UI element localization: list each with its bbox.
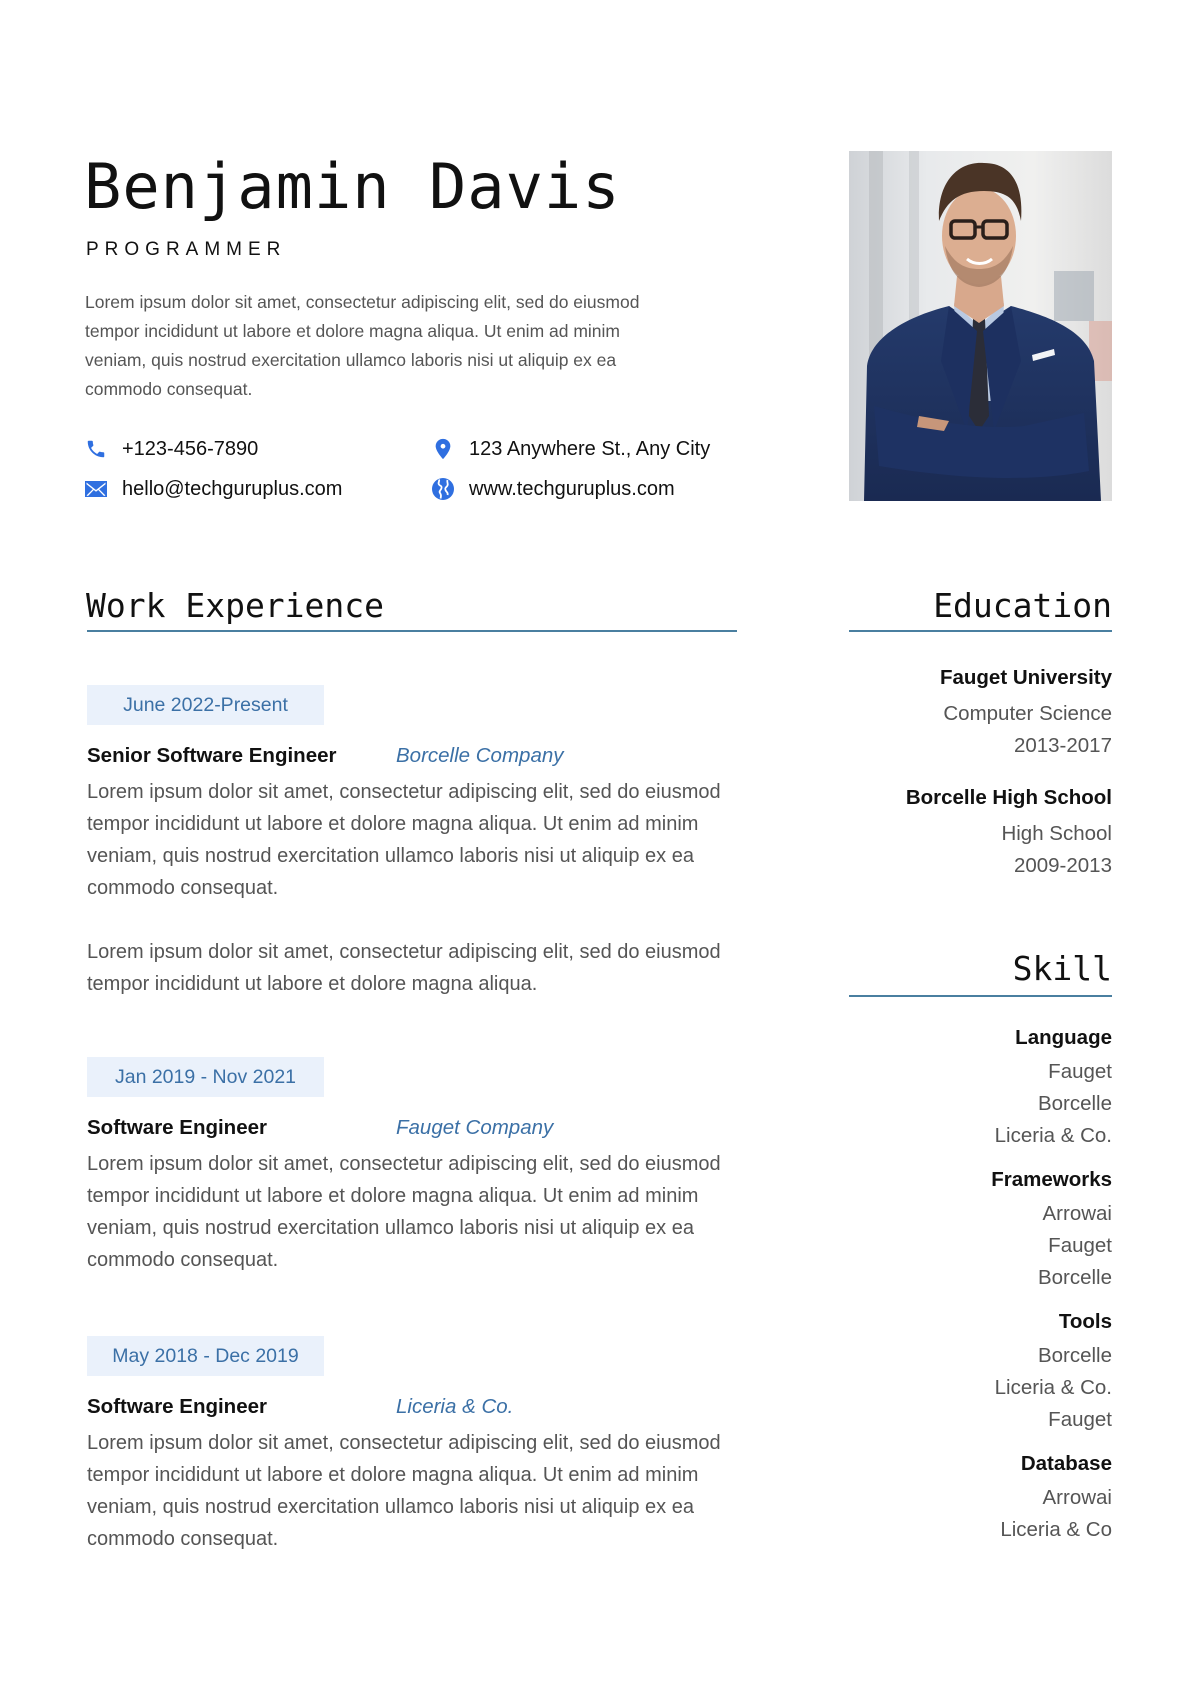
globe-icon <box>431 477 455 501</box>
phone-icon <box>84 437 108 461</box>
skill-group: Frameworks Arrowai Fauget Borcelle <box>849 1168 1112 1298</box>
skills-divider <box>849 995 1112 997</box>
candidate-name: Benjamin Davis <box>84 150 621 223</box>
summary-line: Lorem ipsum dolor sit amet, consectetur … <box>85 292 640 312</box>
mail-icon <box>84 477 108 501</box>
skill-item: Liceria & Co. <box>994 1124 1112 1147</box>
work-experience-heading: Work Experience <box>86 586 385 625</box>
field-of-study: Computer Science <box>943 702 1112 725</box>
job-company: Fauget Company <box>396 1116 554 1139</box>
job-dates: Jan 2019 - Nov 2021 <box>87 1057 324 1097</box>
contact-website[interactable]: www.techguruplus.com <box>431 477 675 501</box>
job-description: Lorem ipsum dolor sit amet, consectetur … <box>87 941 721 995</box>
skill-item: Fauget <box>1048 1408 1112 1431</box>
study-years: 2009-2013 <box>1013 854 1112 877</box>
education-entry: Fauget University Computer Science 2013-… <box>849 666 1112 766</box>
job-title: Software Engineer <box>87 1116 267 1139</box>
address: 123 Anywhere St., Any City <box>469 437 711 460</box>
job-description: Lorem ipsum dolor sit amet, consectetur … <box>87 781 721 899</box>
skill-group-name: Frameworks <box>991 1168 1112 1191</box>
job-dates: May 2018 - Dec 2019 <box>87 1336 324 1376</box>
work-experience-divider <box>87 630 737 632</box>
contact-address: 123 Anywhere St., Any City <box>431 437 710 461</box>
phone-number: +123-456-7890 <box>122 437 259 460</box>
skill-group: Database Arrowai Liceria & Co <box>849 1452 1112 1550</box>
summary-line: veniam, quis nostrud exercitation ullamc… <box>85 350 617 370</box>
website: www.techguruplus.com <box>469 477 675 500</box>
job-dates: June 2022-Present <box>87 685 324 725</box>
profile-summary: Lorem ipsum dolor sit amet, consectetur … <box>85 288 725 404</box>
education-entry: Borcelle High School High School 2009-20… <box>849 786 1112 886</box>
skill-item: Arrowai <box>1042 1486 1113 1509</box>
study-years: 2013-2017 <box>1013 734 1112 757</box>
portrait-illustration <box>849 151 1112 501</box>
summary-line: tempor incididunt ut labore et dolore ma… <box>85 321 621 341</box>
skill-group: Tools Borcelle Liceria & Co. Fauget <box>849 1310 1112 1440</box>
education-heading: Education <box>933 586 1112 625</box>
skills-heading: Skill <box>1012 949 1112 988</box>
summary-line: commodo consequat. <box>85 379 253 399</box>
field-of-study: High School <box>1001 822 1112 845</box>
contact-phone[interactable]: +123-456-7890 <box>84 437 258 461</box>
skill-item: Fauget <box>1048 1234 1112 1257</box>
skill-group-name: Language <box>1015 1026 1112 1049</box>
school-name: Fauget University <box>939 666 1112 689</box>
skill-group-name: Database <box>1020 1452 1112 1475</box>
job-company: Borcelle Company <box>396 744 564 767</box>
skill-item: Arrowai <box>1042 1202 1113 1225</box>
education-divider <box>849 630 1112 632</box>
skill-item: Borcelle <box>1037 1266 1112 1289</box>
contact-email[interactable]: hello@techguruplus.com <box>84 477 342 501</box>
job-description: Lorem ipsum dolor sit amet, consectetur … <box>87 1432 721 1550</box>
email-address: hello@techguruplus.com <box>122 477 343 500</box>
job-description: Lorem ipsum dolor sit amet, consectetur … <box>87 1153 721 1271</box>
skill-group: Language Fauget Borcelle Liceria & Co. <box>849 1026 1112 1156</box>
skill-item: Fauget <box>1048 1060 1112 1083</box>
candidate-role: PROGRAMMER <box>86 239 287 260</box>
skill-item: Borcelle <box>1037 1344 1112 1367</box>
skill-item: Borcelle <box>1037 1092 1112 1115</box>
skill-item: Liceria & Co. <box>994 1376 1112 1399</box>
job-company: Liceria & Co. <box>396 1395 514 1418</box>
school-name: Borcelle High School <box>905 786 1112 809</box>
skill-group-name: Tools <box>1058 1310 1112 1333</box>
job-title: Senior Software Engineer <box>87 744 337 767</box>
job-title: Software Engineer <box>87 1395 267 1418</box>
location-pin-icon <box>431 437 455 461</box>
profile-photo <box>849 151 1112 501</box>
skill-item: Liceria & Co <box>1000 1518 1112 1541</box>
